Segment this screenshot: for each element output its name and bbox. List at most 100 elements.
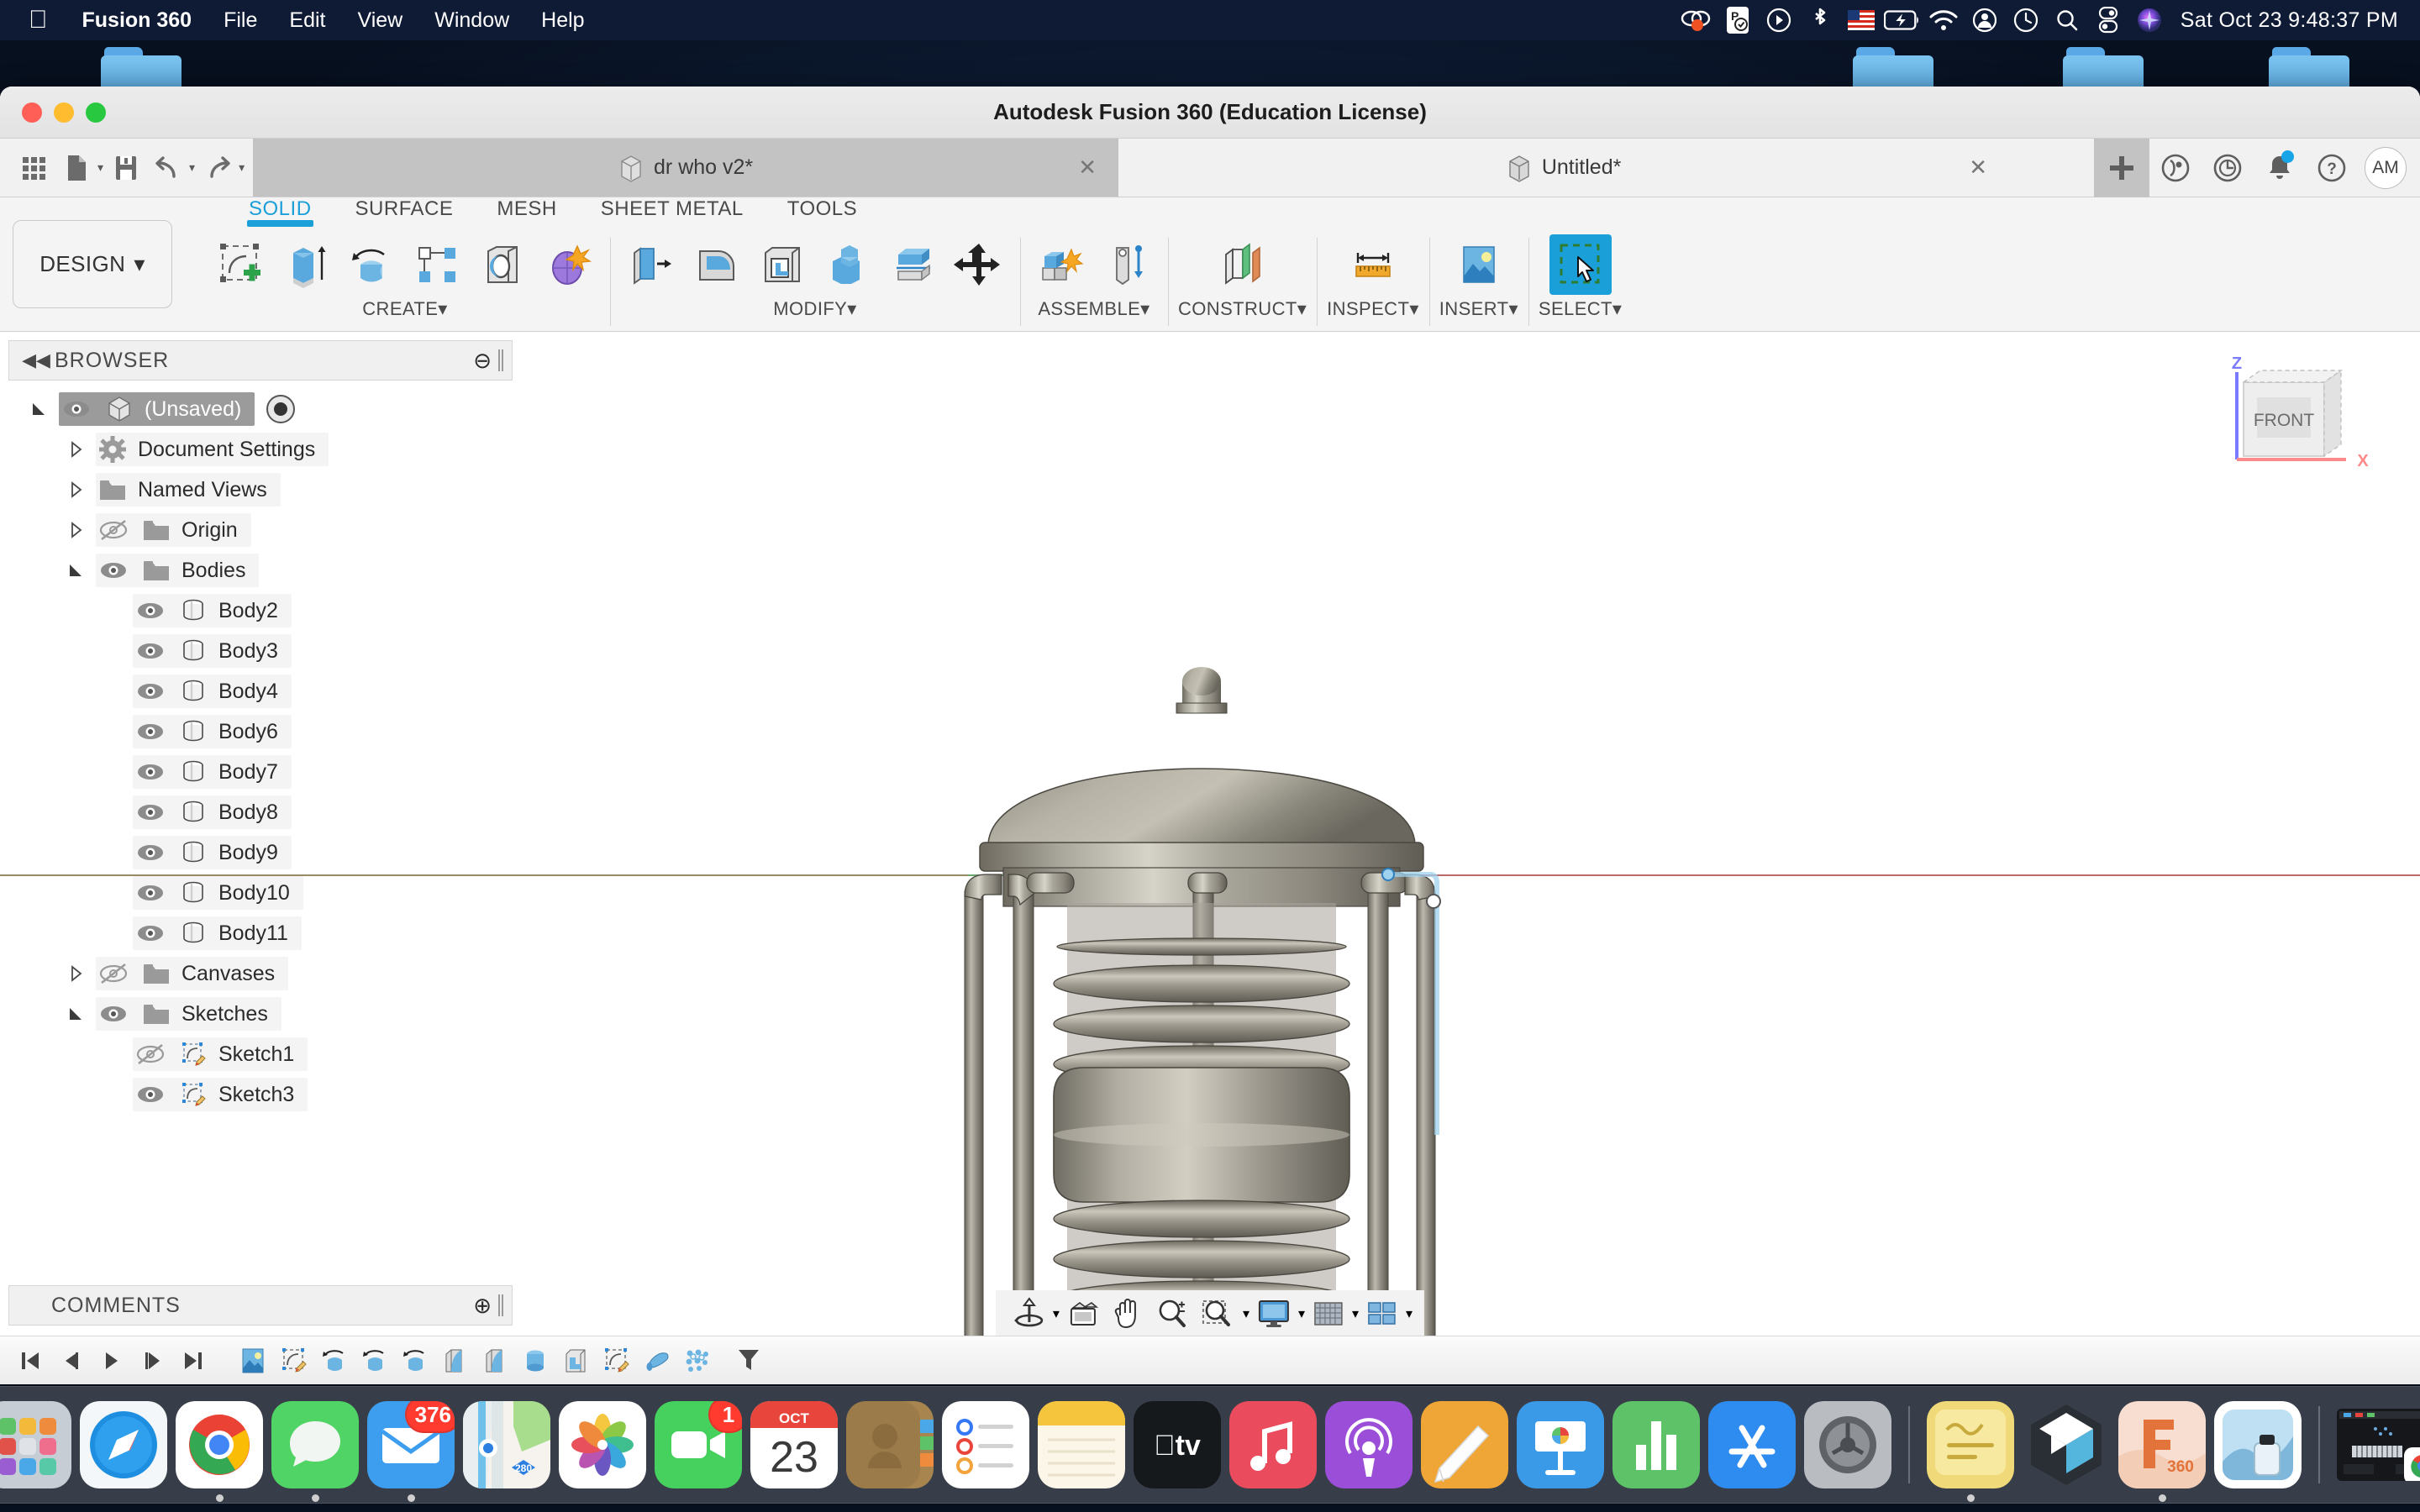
grid-snap-icon[interactable]: [1307, 1294, 1350, 1334]
siri-icon[interactable]: [2131, 2, 2168, 39]
dock-item-contacts[interactable]: [846, 1401, 934, 1488]
chevron-down-icon[interactable]: ▾: [1053, 1305, 1060, 1322]
redo-icon[interactable]: [198, 147, 237, 189]
tree-item-content[interactable]: Sketches: [96, 997, 281, 1031]
viewport-3d-model[interactable]: [950, 651, 1454, 1384]
pattern-icon[interactable]: [407, 234, 469, 295]
loft-feature-icon[interactable]: [435, 1341, 474, 1381]
close-tab-icon[interactable]: ✕: [1078, 155, 1097, 181]
save-icon[interactable]: [107, 147, 145, 189]
dock-item-maps[interactable]: 280: [463, 1401, 550, 1488]
extension-manager-icon[interactable]: [2149, 139, 2202, 197]
document-tab-untitled[interactable]: Untitled* ✕: [1118, 139, 2010, 197]
fillet-icon[interactable]: [686, 234, 748, 295]
activate-component-radio[interactable]: [266, 395, 296, 423]
avatar[interactable]: AM: [2365, 146, 2407, 189]
dock-item-system-preferences[interactable]: [1804, 1401, 1891, 1488]
tree-item-content[interactable]: Body10: [133, 876, 303, 910]
close-tab-icon[interactable]: ✕: [1969, 155, 1987, 181]
dock-item-launchpad[interactable]: [0, 1401, 71, 1488]
visibility-on-icon[interactable]: [133, 801, 168, 823]
time-machine-icon[interactable]: [2007, 2, 2044, 39]
tree-item-content[interactable]: Body9: [133, 836, 292, 869]
menu-item-fusion-360[interactable]: Fusion 360: [66, 0, 208, 40]
sketch-feature-icon[interactable]: [274, 1341, 313, 1381]
dock-item-reminders[interactable]: [942, 1401, 1029, 1488]
minimize-button[interactable]: [54, 102, 74, 123]
dock-item-stickies[interactable]: [1927, 1401, 2014, 1502]
grid-menu-icon[interactable]: [15, 147, 54, 189]
dock-item-chrome[interactable]: [176, 1401, 263, 1502]
revolve-feature-icon[interactable]: [314, 1341, 353, 1381]
tab-mesh[interactable]: MESH: [475, 197, 578, 221]
revolve-feature-icon[interactable]: [395, 1341, 434, 1381]
chevron-down-icon[interactable]: ▾: [1406, 1305, 1413, 1322]
tree-item-named-views[interactable]: Named Views: [8, 470, 513, 510]
zoom-window-icon[interactable]: [1196, 1294, 1241, 1334]
tree-item-unsaved[interactable]: (Unsaved): [8, 389, 513, 429]
shell-feature-icon[interactable]: [556, 1341, 595, 1381]
add-comment-icon[interactable]: ⊕: [473, 1293, 498, 1319]
visibility-on-icon[interactable]: [59, 398, 94, 420]
visibility-off-icon[interactable]: [96, 519, 131, 541]
tree-item-content[interactable]: Body11: [133, 916, 302, 950]
tree-item-bodies[interactable]: Bodies: [8, 550, 513, 591]
zoom-icon[interactable]: [1150, 1294, 1194, 1334]
look-at-icon[interactable]: [1061, 1294, 1105, 1334]
coil-feature-icon[interactable]: [637, 1341, 676, 1381]
comments-panel[interactable]: COMMENTS ⊕: [8, 1285, 513, 1326]
menu-item-help[interactable]: Help: [525, 0, 600, 40]
tree-item-body10[interactable]: Body10: [8, 873, 513, 913]
press-pull-icon[interactable]: [620, 234, 682, 295]
tree-item-sketch3[interactable]: Sketch3: [8, 1074, 513, 1115]
new-component-icon[interactable]: [1030, 234, 1092, 295]
tree-item-content[interactable]: (Unsaved): [59, 392, 255, 426]
dropbox-icon[interactable]: [1760, 2, 1797, 39]
dock-item-music[interactable]: [1229, 1401, 1317, 1488]
panel-resize-grip[interactable]: [498, 1294, 503, 1316]
chevron-down-icon[interactable]: ▾: [97, 160, 103, 175]
revolve-feature-icon[interactable]: [355, 1341, 393, 1381]
visibility-off-icon[interactable]: [96, 963, 131, 984]
chevron-down-icon[interactable]: ▾: [1352, 1305, 1359, 1322]
new-sketch-icon[interactable]: [210, 234, 272, 295]
expand-collapse-icon[interactable]: [67, 965, 96, 982]
visibility-on-icon[interactable]: [133, 761, 168, 783]
tree-item-body9[interactable]: Body9: [8, 832, 513, 873]
tree-item-content[interactable]: Body4: [133, 675, 292, 708]
tree-item-content[interactable]: Body8: [133, 795, 292, 829]
chevron-down-icon[interactable]: ▾: [1243, 1305, 1249, 1322]
us-flag-input-icon[interactable]: [1843, 2, 1880, 39]
dock-item-logic-pro-window[interactable]: [2337, 1409, 2420, 1481]
expand-collapse-icon[interactable]: [67, 562, 96, 579]
battery-charging-icon[interactable]: [1883, 2, 1921, 39]
tree-item-content[interactable]: Body7: [133, 755, 292, 789]
wifi-icon[interactable]: [1925, 2, 1962, 39]
pdf-expert-icon[interactable]: P: [1719, 2, 1756, 39]
play-back-icon[interactable]: [92, 1341, 131, 1381]
step-back-icon[interactable]: [52, 1341, 91, 1381]
dock-item-safari[interactable]: [80, 1401, 167, 1488]
apple-logo-icon[interactable]: : [0, 2, 66, 39]
workspace-selector-design[interactable]: DESIGN ▾: [13, 220, 172, 308]
tree-item-body2[interactable]: Body2: [8, 591, 513, 631]
tree-item-content[interactable]: Canvases: [96, 957, 289, 990]
pan-icon[interactable]: [1107, 1294, 1149, 1334]
menu-item-window[interactable]: Window: [418, 0, 525, 40]
tab-sheet-metal[interactable]: SHEET METAL: [579, 197, 765, 221]
tree-item-content[interactable]: Document Settings: [96, 433, 329, 466]
menu-item-edit[interactable]: Edit: [273, 0, 341, 40]
undo-icon[interactable]: [149, 147, 187, 189]
tab-tools[interactable]: TOOLS: [765, 197, 879, 221]
new-document-icon[interactable]: [57, 147, 96, 189]
measure-icon[interactable]: [1342, 234, 1404, 295]
document-tab-dr-who-v2[interactable]: dr who v2* ✕: [253, 139, 1119, 197]
tree-item-content[interactable]: Sketch3: [133, 1078, 308, 1111]
go-to-end-icon[interactable]: [173, 1341, 212, 1381]
menu-item-view[interactable]: View: [341, 0, 418, 40]
offset-face-icon[interactable]: [882, 234, 944, 295]
visibility-on-icon[interactable]: [133, 1084, 168, 1105]
dock-item-numbers[interactable]: [1612, 1401, 1700, 1488]
tree-item-sketch1[interactable]: Sketch1: [8, 1034, 513, 1074]
expand-collapse-icon[interactable]: [67, 441, 96, 458]
